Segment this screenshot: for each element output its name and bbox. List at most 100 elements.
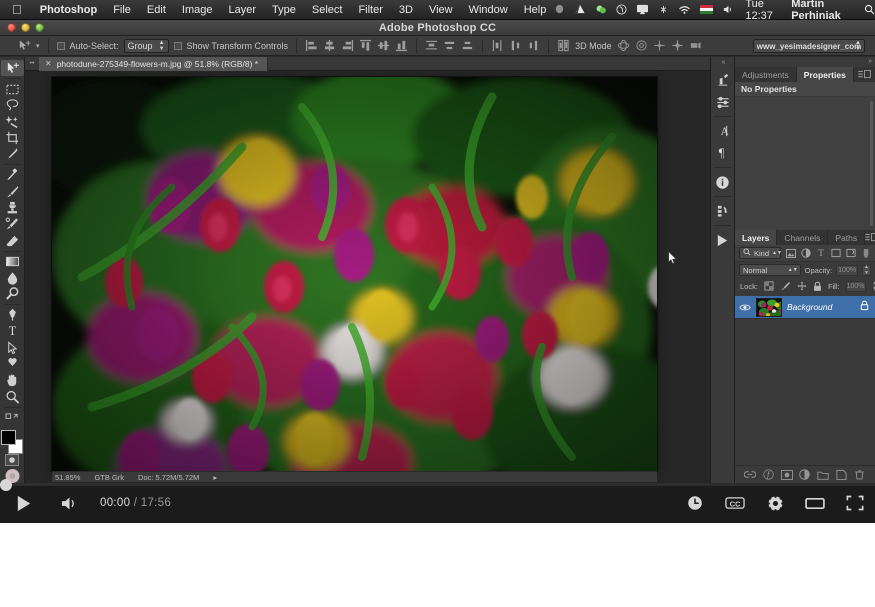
expand-panels-icon[interactable]: » xyxy=(868,58,872,65)
align-bottom-edges-icon[interactable] xyxy=(395,39,408,52)
settings-button[interactable] xyxy=(755,483,795,523)
auto-select-checkbox[interactable] xyxy=(57,42,65,50)
character-panel-icon[interactable]: A xyxy=(711,120,734,142)
custom-shape-tool-icon[interactable] xyxy=(1,356,24,372)
flag-hungary-icon[interactable] xyxy=(700,3,713,17)
close-icon[interactable]: ✕ xyxy=(45,59,52,68)
move-tool-icon[interactable] xyxy=(18,39,31,52)
fill-stepper[interactable]: ▲▼ xyxy=(872,281,875,292)
pen-tool-icon[interactable] xyxy=(1,307,24,323)
image-canvas[interactable] xyxy=(52,77,657,471)
scale-3d-icon[interactable] xyxy=(689,39,702,52)
layer-mask-icon[interactable] xyxy=(781,469,793,481)
align-vertical-centers-icon[interactable] xyxy=(377,39,390,52)
zoom-tool-icon[interactable] xyxy=(1,388,24,404)
actions-panel-icon[interactable] xyxy=(711,200,734,222)
panel-menu-icon[interactable] xyxy=(865,230,875,245)
mac-clock[interactable]: Tue 12:37 xyxy=(742,0,782,22)
menu-help[interactable]: Help xyxy=(516,4,555,16)
distribute-horizontal-centers-icon[interactable] xyxy=(509,39,522,52)
filter-type-icon[interactable]: T xyxy=(816,248,826,259)
distribute-top-edges-icon[interactable] xyxy=(425,39,438,52)
delete-layer-icon[interactable] xyxy=(854,469,866,481)
status-zoom[interactable]: 51.85% xyxy=(55,473,80,482)
thing-icon[interactable] xyxy=(616,3,627,17)
fullscreen-button[interactable] xyxy=(835,483,875,523)
menu-image[interactable]: Image xyxy=(174,4,221,16)
lock-image-pixels-icon[interactable] xyxy=(780,281,791,292)
distribute-right-edges-icon[interactable] xyxy=(527,39,540,52)
apple-logo-icon[interactable]:  xyxy=(0,3,32,16)
properties-scrollbar[interactable] xyxy=(870,101,873,226)
distribute-bottom-edges-icon[interactable] xyxy=(461,39,474,52)
spot-healing-brush-tool-icon[interactable] xyxy=(1,167,24,183)
history-brush-tool-icon[interactable] xyxy=(1,216,24,232)
adjustments-panel-icon[interactable] xyxy=(711,91,734,113)
lock-icon[interactable] xyxy=(860,298,871,316)
adjustment-layer-icon[interactable] xyxy=(799,469,811,481)
edit-toolbar-icon[interactable] xyxy=(1,410,24,426)
lasso-tool-icon[interactable] xyxy=(1,97,24,113)
menu-3d[interactable]: 3D xyxy=(391,4,421,16)
menu-view[interactable]: View xyxy=(421,4,461,16)
filter-adjustment-icon[interactable] xyxy=(801,248,811,259)
dodge-tool-icon[interactable] xyxy=(1,286,24,302)
panel-menu-icon[interactable] xyxy=(858,67,875,82)
show-transform-checkbox[interactable] xyxy=(174,42,182,50)
info-panel-icon[interactable] xyxy=(711,171,734,193)
opacity-input[interactable]: 100% xyxy=(836,265,858,276)
auto-select-scope-dropdown[interactable]: Group ▲▼ xyxy=(124,39,169,53)
mac-username[interactable]: Martin Perhiniak xyxy=(791,0,855,22)
foreground-color-swatch[interactable] xyxy=(1,430,16,445)
clone-stamp-tool-icon[interactable] xyxy=(1,200,24,216)
opacity-stepper[interactable]: ▲▼ xyxy=(862,265,871,276)
status-doc-size[interactable]: Doc: 5.72M/5.72M xyxy=(138,473,199,482)
video-progress-bar[interactable] xyxy=(0,483,875,486)
lock-position-icon[interactable] xyxy=(797,281,807,292)
tab-paths[interactable]: Paths xyxy=(828,230,865,245)
tab-properties[interactable]: Properties xyxy=(797,67,854,82)
fill-input[interactable]: 100% xyxy=(846,281,866,292)
distribute-vertical-centers-icon[interactable] xyxy=(443,39,456,52)
watch-later-button[interactable] xyxy=(675,483,715,523)
menu-photoshop[interactable]: Photoshop xyxy=(32,4,105,16)
wifi-icon[interactable] xyxy=(678,3,691,17)
new-layer-icon[interactable] xyxy=(836,469,848,481)
menu-layer[interactable]: Layer xyxy=(220,4,264,16)
tab-channels[interactable]: Channels xyxy=(777,230,828,245)
dropbox-icon[interactable] xyxy=(554,3,565,17)
move-tool-icon[interactable] xyxy=(1,60,24,76)
bluetooth-icon[interactable] xyxy=(658,3,669,17)
history-panel-icon[interactable] xyxy=(711,69,734,91)
blur-tool-icon[interactable] xyxy=(1,270,24,286)
type-tool-icon[interactable]: T xyxy=(1,323,24,339)
tool-preset-caret[interactable]: ▾ xyxy=(36,42,40,50)
crop-tool-icon[interactable] xyxy=(1,130,24,146)
timeline-panel-icon[interactable] xyxy=(711,229,734,251)
status-caret-icon[interactable]: ▸ xyxy=(213,473,217,482)
document-tab[interactable]: ✕ photodune-275349-flowers-m.jpg @ 51.8%… xyxy=(39,57,268,71)
closed-captions-button[interactable]: CC xyxy=(715,483,755,523)
slide-3d-icon[interactable] xyxy=(671,39,684,52)
menu-file[interactable]: File xyxy=(105,4,139,16)
tab-layers[interactable]: Layers xyxy=(735,230,777,245)
paragraph-panel-icon[interactable]: ¶ xyxy=(711,142,734,164)
color-swatches[interactable] xyxy=(0,430,24,450)
pan-3d-icon[interactable] xyxy=(653,39,666,52)
eyedropper-tool-icon[interactable] xyxy=(1,146,24,162)
menu-filter[interactable]: Filter xyxy=(350,4,390,16)
lock-transparent-pixels-icon[interactable] xyxy=(764,281,774,292)
path-selection-tool-icon[interactable] xyxy=(1,340,24,356)
layer-thumbnail[interactable] xyxy=(756,298,782,317)
volume-icon[interactable] xyxy=(722,3,733,17)
align-top-edges-icon[interactable] xyxy=(359,39,372,52)
airplay-icon[interactable] xyxy=(636,3,649,17)
lock-all-icon[interactable] xyxy=(813,281,822,292)
new-group-icon[interactable] xyxy=(817,469,829,481)
align-right-edges-icon[interactable] xyxy=(341,39,354,52)
evernote-icon[interactable] xyxy=(595,3,607,17)
menu-select[interactable]: Select xyxy=(304,4,351,16)
blend-mode-dropdown[interactable]: Normal ▲▼ xyxy=(739,264,801,276)
workspace-dropdown[interactable]: www_yesimadesigner_com ▲▼ xyxy=(753,39,865,53)
google-drive-icon[interactable] xyxy=(574,3,586,17)
